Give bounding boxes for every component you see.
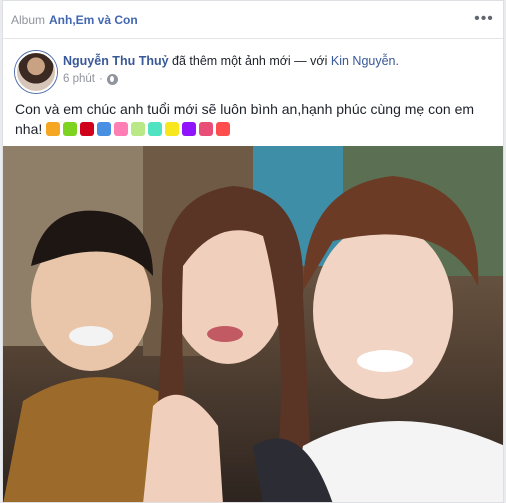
emoji-row	[46, 121, 233, 137]
sparkler-icon	[182, 122, 197, 136]
post-action-text: đã thêm một ảnh mới — với	[172, 54, 328, 68]
child-smile	[69, 326, 113, 346]
ribbon-icon	[199, 122, 214, 136]
post-header: Nguyễn Thu Thuỷ đã thêm một ảnh mới — vớ…	[63, 53, 493, 69]
post-photo[interactable]	[3, 146, 503, 502]
lollipop-icon	[114, 122, 129, 136]
balloon-icon	[131, 122, 146, 136]
family-icon	[46, 122, 61, 136]
cocktail-icon	[148, 122, 163, 136]
tagged-user-link[interactable]: Kin Nguyễn.	[331, 54, 399, 68]
avatar[interactable]	[15, 51, 57, 93]
post-caption: Con và em chúc anh tuổi mới sẽ luôn bình…	[15, 99, 495, 139]
man-face	[313, 223, 453, 399]
album-header: Album Anh,Em và Con •••	[3, 1, 503, 39]
album-prefix: Album	[11, 12, 46, 27]
author-link[interactable]: Nguyễn Thu Thuỷ	[63, 54, 169, 68]
post-card: Album Anh,Em và Con ••• Nguyễn Thu Thuỷ …	[2, 0, 504, 503]
album-link[interactable]: Anh,Em và Con	[49, 13, 138, 27]
confetti-icon	[165, 122, 180, 136]
globe-icon[interactable]	[106, 73, 118, 85]
photo-content	[3, 146, 503, 502]
post-meta: 6 phút ·	[63, 73, 118, 85]
man-smile	[357, 350, 413, 372]
woman-hand	[143, 394, 223, 502]
party-icon	[63, 122, 78, 136]
woman-smile	[207, 326, 243, 342]
post-time[interactable]: 6 phút	[63, 73, 95, 85]
cupcake-icon	[97, 122, 112, 136]
more-options-icon[interactable]: •••	[474, 10, 493, 27]
cake-icon	[80, 122, 95, 136]
gift-icon	[216, 122, 231, 136]
